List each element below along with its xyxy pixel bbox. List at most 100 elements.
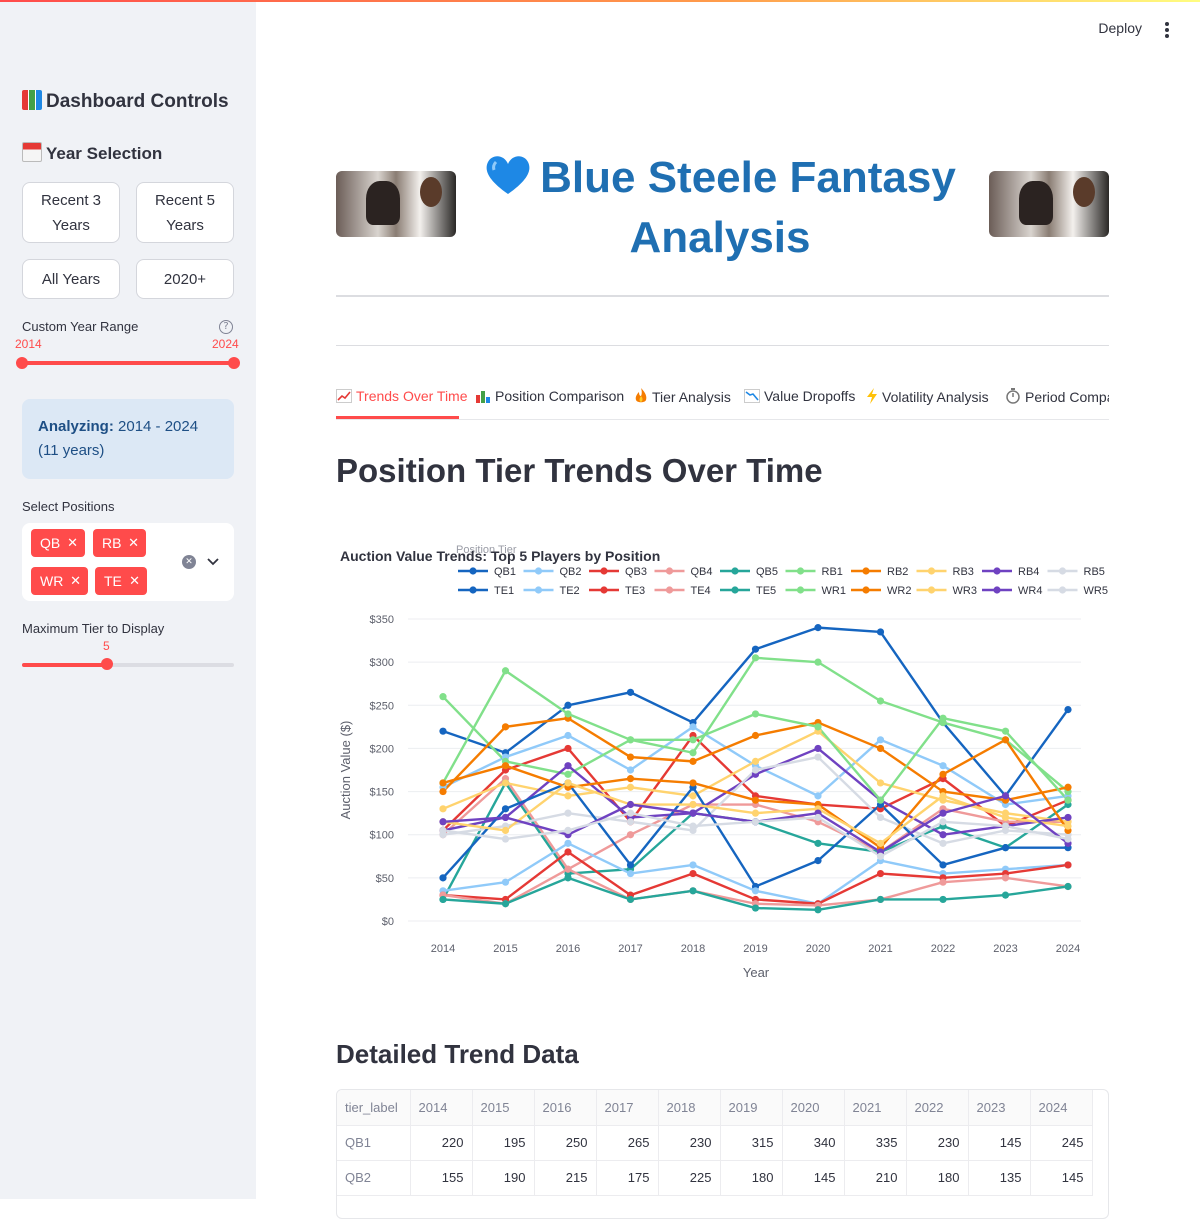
legend-label-rb2: RB2 bbox=[887, 566, 908, 578]
table-cell[interactable]: 190 bbox=[472, 1160, 535, 1196]
max-tier-thumb[interactable] bbox=[101, 658, 113, 670]
table-cell[interactable]: 180 bbox=[906, 1160, 969, 1196]
table-cell[interactable]: 220 bbox=[410, 1125, 473, 1161]
x-tick-label: 2018 bbox=[681, 943, 705, 955]
table-cell[interactable]: 155 bbox=[410, 1160, 473, 1196]
table-cell[interactable]: 245 bbox=[1030, 1125, 1093, 1161]
help-icon[interactable]: ? bbox=[219, 320, 233, 334]
table-cell[interactable]: 250 bbox=[534, 1125, 597, 1161]
data-point-te5 bbox=[814, 906, 822, 914]
page-title-text: Blue Steele Fantasy Analysis bbox=[540, 153, 956, 262]
active-tab-indicator bbox=[336, 416, 459, 419]
section-title: Position Tier Trends Over Time bbox=[336, 452, 823, 489]
table-cell[interactable]: 315 bbox=[720, 1125, 783, 1161]
clear-all-icon[interactable]: ✕ bbox=[182, 555, 196, 569]
recent-3-years-button[interactable]: Recent 3 Years bbox=[22, 182, 120, 243]
data-point-te5 bbox=[501, 900, 510, 908]
column-header[interactable]: 2024 bbox=[1030, 1090, 1093, 1126]
table-row[interactable]: QB1 220 195 250 265 230 315 340 335 230 145 245 bbox=[337, 1125, 1093, 1161]
column-header[interactable]: 2016 bbox=[534, 1090, 597, 1126]
position-tag-qb[interactable]: QB ✕ bbox=[31, 529, 85, 557]
more-menu-icon[interactable] bbox=[1160, 22, 1174, 42]
remove-icon[interactable]: ✕ bbox=[128, 529, 139, 557]
column-header[interactable]: 2014 bbox=[410, 1090, 473, 1126]
table-cell[interactable]: 180 bbox=[720, 1160, 783, 1196]
data-point-rb1 bbox=[689, 749, 697, 757]
position-tag-te[interactable]: TE ✕ bbox=[95, 567, 147, 595]
remove-icon[interactable]: ✕ bbox=[70, 567, 81, 595]
table-row[interactable]: QB2 155 190 215 175 225 180 145 210 180 135 145 bbox=[337, 1160, 1093, 1196]
deploy-button[interactable]: Deploy bbox=[1098, 20, 1142, 36]
column-header[interactable]: 2019 bbox=[720, 1090, 783, 1126]
year-range-track[interactable] bbox=[22, 361, 234, 365]
data-point-rb3 bbox=[501, 779, 510, 787]
x-tick-label: 2019 bbox=[743, 943, 767, 955]
table-cell[interactable]: 145 bbox=[968, 1125, 1031, 1161]
data-point-wr5 bbox=[626, 809, 635, 817]
table-cell[interactable]: 195 bbox=[472, 1125, 535, 1161]
table-cell[interactable]: 175 bbox=[596, 1160, 659, 1196]
trend-chart[interactable]: $0 $50 $100 $150 $200 $250 $300 $350 2014 2015 201… bbox=[336, 511, 1109, 1011]
data-point-wr5 bbox=[939, 818, 947, 826]
table-cell[interactable]: 225 bbox=[658, 1160, 721, 1196]
position-tag-rb[interactable]: RB ✕ bbox=[93, 529, 146, 557]
position-tag-wr[interactable]: WR ✕ bbox=[31, 567, 88, 595]
column-header[interactable]: 2017 bbox=[596, 1090, 659, 1126]
tab-period-comparison[interactable]: Period Compa bbox=[1005, 388, 1109, 405]
table-cell[interactable]: QB1 bbox=[337, 1125, 411, 1161]
x-tick-label: 2016 bbox=[556, 943, 580, 955]
tab-tier-analysis[interactable]: Tier Analysis bbox=[634, 388, 731, 405]
data-point-rb2 bbox=[689, 757, 697, 765]
column-header[interactable]: 2021 bbox=[844, 1090, 907, 1126]
range-min-thumb[interactable] bbox=[16, 357, 28, 369]
table-cell[interactable]: 145 bbox=[1030, 1160, 1093, 1196]
column-header[interactable]: 2022 bbox=[906, 1090, 969, 1126]
tab-position-comparison[interactable]: Position Comparison bbox=[475, 388, 624, 404]
all-years-button[interactable]: All Years bbox=[22, 259, 120, 299]
range-max-thumb[interactable] bbox=[228, 357, 240, 369]
column-header[interactable]: tier_label bbox=[337, 1090, 411, 1126]
chevron-down-icon[interactable] bbox=[207, 557, 219, 567]
table-cell[interactable]: 230 bbox=[906, 1125, 969, 1161]
table-cell[interactable]: 135 bbox=[968, 1160, 1031, 1196]
legend-label-wr3: WR3 bbox=[953, 585, 977, 597]
data-point-rb2 bbox=[626, 753, 635, 761]
data-point-te3 bbox=[876, 869, 885, 878]
data-point-qb1 bbox=[1064, 706, 1072, 714]
table-cell[interactable]: 215 bbox=[534, 1160, 597, 1196]
table-cell[interactable]: 210 bbox=[844, 1160, 907, 1196]
data-point-wr3 bbox=[751, 809, 760, 817]
tab-value-dropoffs[interactable]: Value Dropoffs bbox=[744, 388, 855, 404]
trend-chart-svg[interactable]: $0 $50 $100 $150 $200 $250 $300 $350 2014 2015 201… bbox=[336, 511, 1109, 1011]
data-point-te1 bbox=[1001, 844, 1010, 852]
table-cell[interactable]: 265 bbox=[596, 1125, 659, 1161]
column-header[interactable]: 2023 bbox=[968, 1090, 1031, 1126]
legend-marker-rb4 bbox=[993, 567, 1001, 575]
data-point-te5 bbox=[939, 895, 947, 904]
positions-multiselect[interactable]: QB ✕ RB ✕ WR ✕ TE ✕ ✕ bbox=[22, 523, 234, 601]
tab-trends-over-time[interactable]: Trends Over Time bbox=[336, 388, 468, 404]
data-point-te5 bbox=[439, 895, 447, 904]
table-cell[interactable]: 335 bbox=[844, 1125, 907, 1161]
column-header[interactable]: 2018 bbox=[658, 1090, 721, 1126]
data-point-rb3 bbox=[626, 783, 635, 791]
y-tick-label: $150 bbox=[370, 787, 394, 799]
data-point-te1 bbox=[939, 861, 947, 869]
table-title: Detailed Trend Data bbox=[336, 1039, 579, 1069]
trend-data-table[interactable]: tier_label 2014 2015 2016 2017 2018 2019 2020 20… bbox=[336, 1089, 1109, 1219]
table-cell[interactable]: 230 bbox=[658, 1125, 721, 1161]
table-cell[interactable]: 145 bbox=[782, 1160, 845, 1196]
table-cell[interactable]: QB2 bbox=[337, 1160, 411, 1196]
column-header[interactable]: 2020 bbox=[782, 1090, 845, 1126]
table-cell[interactable]: 340 bbox=[782, 1125, 845, 1161]
legend-marker-rb5 bbox=[1058, 567, 1067, 575]
lightning-icon bbox=[867, 388, 877, 404]
tab-volatility-analysis[interactable]: Volatility Analysis bbox=[866, 388, 989, 405]
column-header[interactable]: 2015 bbox=[472, 1090, 535, 1126]
remove-icon[interactable]: ✕ bbox=[67, 529, 78, 557]
legend-marker-qb5 bbox=[731, 567, 739, 575]
remove-icon[interactable]: ✕ bbox=[129, 567, 140, 595]
recent-5-years-button[interactable]: Recent 5 Years bbox=[136, 182, 234, 243]
2020-plus-button[interactable]: 2020+ bbox=[136, 259, 234, 299]
x-tick-label: 2017 bbox=[618, 943, 642, 955]
